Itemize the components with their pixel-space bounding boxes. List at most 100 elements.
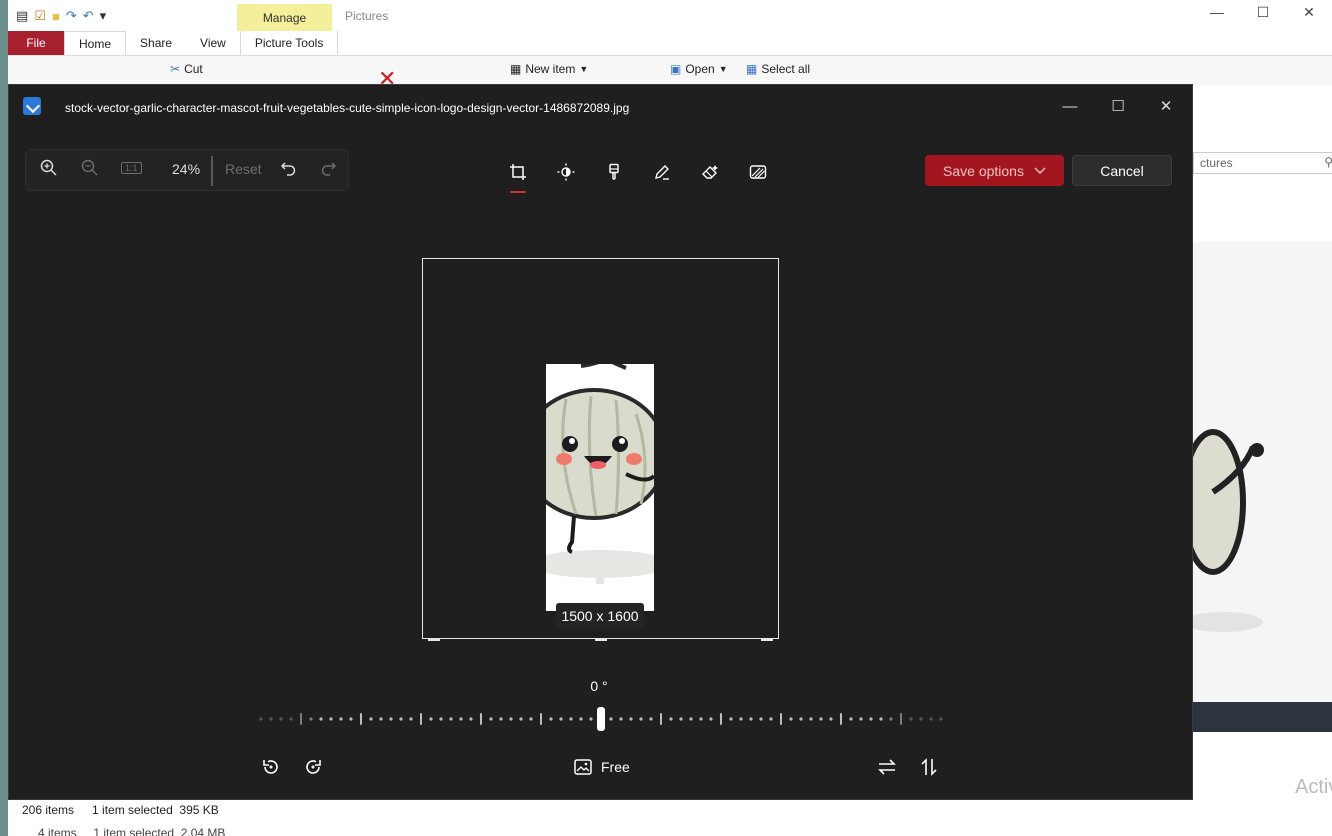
slider-tick <box>749 717 753 721</box>
close-icon[interactable]: ✕ <box>1142 95 1190 119</box>
slider-tick <box>919 717 923 721</box>
reset-button[interactable]: Reset <box>225 161 262 177</box>
slider-tick <box>369 717 373 721</box>
tab-file[interactable]: File <box>8 31 64 55</box>
slider-tick <box>349 717 353 721</box>
rotate-right-button[interactable] <box>303 757 323 777</box>
slider-tick <box>679 717 683 721</box>
slider-tick <box>339 717 343 721</box>
activate-windows-watermark: Activ <box>1295 776 1332 798</box>
new-item-label: New item <box>525 62 576 76</box>
straighten-slider[interactable] <box>257 701 947 737</box>
slider-tick <box>649 717 653 721</box>
zoom-out-icon[interactable] <box>81 159 99 180</box>
slider-tick <box>869 717 873 721</box>
slider-tick <box>319 717 323 721</box>
slider-tick <box>639 717 643 721</box>
slider-tick <box>729 717 733 721</box>
markup-tool-button[interactable] <box>649 159 675 185</box>
save-options-button[interactable]: Save options <box>925 155 1064 186</box>
cut-button[interactable]: ✂ Cut <box>170 62 203 76</box>
tab-share[interactable]: Share <box>126 31 186 55</box>
ribbon-tabs: File Home Share View Picture Tools <box>8 31 339 55</box>
minimize-icon[interactable]: — <box>1046 95 1094 119</box>
folder-icon[interactable]: ■ <box>52 9 60 24</box>
undo-icon[interactable] <box>280 159 298 180</box>
maximize-icon[interactable]: ☐ <box>1094 95 1142 119</box>
erase-tool-button[interactable] <box>697 159 723 185</box>
customize-qat-icon[interactable]: ▾ <box>100 8 107 24</box>
slider-tick <box>480 713 482 725</box>
slider-tick <box>709 717 713 721</box>
search-input[interactable]: ctures ⚲ <box>1193 152 1332 174</box>
slider-tick <box>799 717 803 721</box>
slider-tick <box>429 717 433 721</box>
minimize-icon[interactable]: — <box>1194 4 1240 21</box>
flip-horizontal-button[interactable] <box>877 757 897 777</box>
slider-tick <box>849 717 853 721</box>
slider-tick <box>529 717 533 721</box>
search-icon: ⚲ <box>1324 155 1332 169</box>
chevron-down-icon: ▼ <box>579 64 589 74</box>
rotate-left-button[interactable] <box>261 757 281 777</box>
redo-icon[interactable] <box>319 159 337 180</box>
close-icon[interactable]: ✕ <box>1286 4 1332 21</box>
undo-icon[interactable]: ↶ <box>83 8 94 24</box>
rotate-left-icon <box>263 760 278 774</box>
slider-tick <box>379 717 383 721</box>
slider-tick <box>509 717 513 721</box>
slider-tick <box>389 717 393 721</box>
zoom-in-icon[interactable] <box>40 159 58 180</box>
properties-icon[interactable]: ▤ <box>16 8 28 24</box>
slider-tick <box>589 717 593 721</box>
slider-tick <box>829 717 833 721</box>
slider-tick <box>789 717 793 721</box>
slider-tick <box>929 717 933 721</box>
crop-tool-button[interactable] <box>505 159 531 193</box>
status-bar-secondary: 4 items 1 item selected 2.04 MB <box>38 826 226 836</box>
slider-tick <box>289 717 293 721</box>
adjust-tool-button[interactable] <box>553 159 579 185</box>
slider-tick <box>459 717 463 721</box>
aspect-ratio-icon <box>574 759 592 775</box>
slider-tick <box>900 713 902 725</box>
crop-icon <box>510 164 526 180</box>
flip-vertical-button[interactable] <box>919 757 939 777</box>
flip-vertical-icon <box>921 758 937 776</box>
crop-handle-bottom-center[interactable] <box>595 638 607 641</box>
tab-view[interactable]: View <box>186 31 240 55</box>
slider-tick <box>259 717 263 721</box>
brightness-icon <box>557 163 575 181</box>
slider-tick <box>619 717 623 721</box>
background-tool-button[interactable] <box>745 159 771 185</box>
open-icon: ▣ <box>670 62 682 76</box>
status-bar: 206 items 1 item selected 395 KB <box>8 800 1332 820</box>
crop-handle-bottom-right[interactable] <box>761 638 773 641</box>
crop-handle-bottom-left[interactable] <box>428 638 440 641</box>
item-count: 206 items <box>22 803 75 817</box>
slider-thumb[interactable] <box>597 707 605 731</box>
maximize-icon[interactable]: ☐ <box>1240 4 1286 21</box>
cancel-button[interactable]: Cancel <box>1072 155 1172 186</box>
slider-tick <box>409 717 413 721</box>
rotation-angle: 0 ° <box>590 678 608 694</box>
tab-picture-tools[interactable]: Picture Tools <box>239 31 339 55</box>
tab-home[interactable]: Home <box>64 31 127 55</box>
new-item-button[interactable]: ▦ New item ▼ <box>510 62 588 76</box>
new-item-icon: ▦ <box>510 62 522 76</box>
aspect-ratio-button[interactable]: Free <box>573 757 630 777</box>
slider-tick <box>809 717 813 721</box>
slider-tick <box>360 713 362 725</box>
manage-context-tab[interactable]: Manage <box>237 4 332 31</box>
actual-size-icon[interactable]: 1:1 <box>121 162 142 174</box>
redo-icon[interactable]: ↷ <box>66 8 77 24</box>
filter-tool-button[interactable] <box>601 159 627 185</box>
slider-tick <box>609 717 613 721</box>
open-button[interactable]: ▣ Open ▼ <box>670 62 728 76</box>
select-all-button[interactable]: ▦ Select all <box>746 62 810 76</box>
slider-tick <box>939 717 943 721</box>
slider-tick <box>279 717 283 721</box>
slider-tick <box>669 717 673 721</box>
checkmark-icon[interactable]: ☑ <box>34 8 46 24</box>
cut-label: Cut <box>184 62 203 76</box>
